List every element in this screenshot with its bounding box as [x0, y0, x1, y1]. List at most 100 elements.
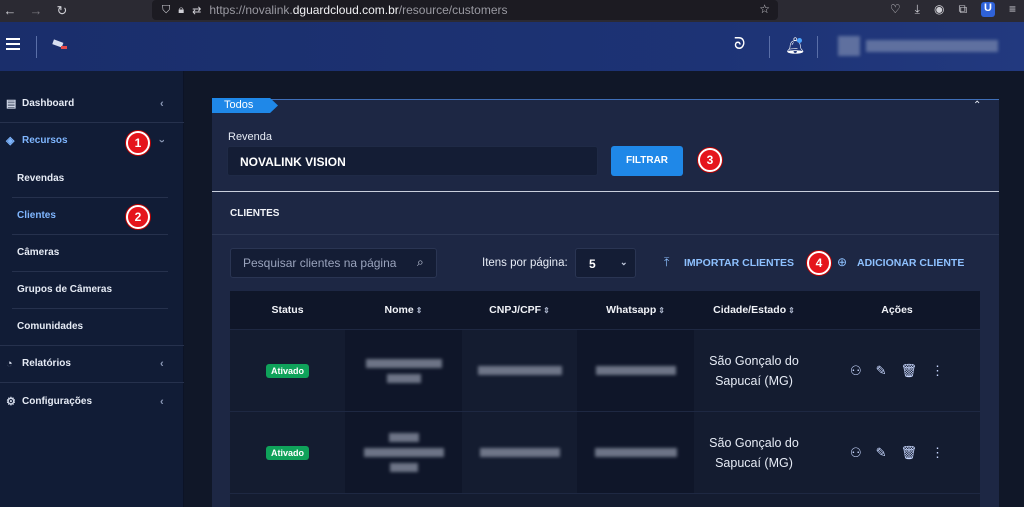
- users-icon[interactable]: ⚇: [850, 363, 862, 379]
- url-text: https://novalink.dguardcloud.com.br/reso…: [209, 3, 508, 17]
- sidebar-item-recursos[interactable]: ◈ Recursos ‹: [0, 122, 184, 159]
- permissions-icon: ⇄: [192, 4, 202, 17]
- sort-icon[interactable]: ⇕: [543, 306, 550, 315]
- column-header-cnpj[interactable]: CNPJ/CPF ⇕: [462, 291, 577, 329]
- chevron-left-icon: ‹: [160, 97, 164, 110]
- address-bar[interactable]: ⛉ 🔒︎ ⇄ https://novalink.dguardcloud.com.…: [152, 0, 778, 20]
- filter-panel: [212, 99, 999, 191]
- sidebar-item-label: Grupos de Câmeras: [17, 284, 113, 295]
- cnpj-cell-redacted: [462, 330, 577, 411]
- column-header-whatsapp[interactable]: Whatsapp ⇕: [577, 291, 694, 329]
- status-badge: Ativado: [265, 445, 309, 460]
- pocket-icon[interactable]: ♡: [890, 2, 901, 17]
- sidebar-item-label: Configurações: [22, 396, 93, 407]
- chevron-up-icon[interactable]: ⌃: [973, 100, 981, 111]
- status-badge: Ativado: [265, 363, 309, 378]
- extension-u-icon[interactable]: U: [981, 2, 995, 17]
- sidebar-item-comunidades[interactable]: Comunidades: [0, 308, 184, 345]
- more-vertical-icon[interactable]: ⋮: [931, 363, 944, 379]
- edit-icon[interactable]: ✎: [876, 363, 887, 379]
- chevron-down-icon: ‹: [155, 138, 168, 143]
- whatsapp-cell-redacted: [577, 330, 694, 411]
- forward-icon[interactable]: →: [26, 3, 46, 18]
- clients-title: CLIENTES: [230, 208, 280, 219]
- bell-icon[interactable]: 🔔︎: [785, 36, 805, 56]
- sidebar-item-relatorios[interactable]: ◔ Relatórios ‹: [0, 345, 184, 382]
- add-client-button[interactable]: ADICIONAR CLIENTE: [857, 257, 964, 269]
- annotation-marker: 3: [698, 148, 722, 172]
- reload-icon[interactable]: ↻: [52, 3, 72, 19]
- revenda-field[interactable]: NOVALINK VISION: [227, 146, 598, 176]
- sidebar-item-label: Câmeras: [17, 247, 60, 258]
- logo-badge-icon[interactable]: ᘐ: [734, 36, 745, 54]
- sort-icon[interactable]: ⇕: [788, 306, 795, 315]
- column-header-cidade[interactable]: Cidade/Estado ⇕: [694, 291, 814, 329]
- sidebar-item-label: Clientes: [17, 210, 56, 221]
- edit-icon[interactable]: ✎: [876, 445, 887, 461]
- app-header: ᘐ 🔔︎: [0, 22, 1024, 71]
- annotation-marker: 4: [807, 251, 831, 275]
- sidebar-item-clientes[interactable]: Clientes: [0, 197, 184, 234]
- sidebar-item-label: Dashboard: [22, 98, 75, 109]
- sidebar-item-cameras[interactable]: Câmeras: [0, 234, 184, 271]
- sort-icon[interactable]: ⇕: [658, 306, 665, 315]
- revenda-label: Revenda: [228, 131, 273, 143]
- name-cell-redacted: [345, 412, 462, 493]
- camera-logo-icon: [52, 39, 67, 49]
- upload-icon[interactable]: ⤒: [664, 255, 669, 270]
- chevron-left-icon: ‹: [160, 395, 164, 408]
- chevron-left-icon: ‹: [160, 357, 164, 370]
- back-icon[interactable]: ←: [0, 3, 20, 18]
- sidebar-item-label: Revendas: [17, 173, 65, 184]
- city-state: São Gonçalo do Sapucaí (MG): [709, 435, 799, 470]
- menu-icon[interactable]: ≡: [1009, 2, 1016, 17]
- sidebar-item-configuracoes[interactable]: ⚙ Configurações ‹: [0, 383, 184, 420]
- calendar-icon: ▤: [6, 98, 17, 110]
- more-vertical-icon[interactable]: ⋮: [931, 445, 944, 461]
- items-per-page-value: 5: [589, 257, 596, 271]
- sidebar-item-label: Comunidades: [17, 321, 84, 332]
- hamburger-menu-icon[interactable]: [6, 38, 20, 50]
- divider: [36, 36, 37, 58]
- items-per-page-select[interactable]: 5 ⌄: [575, 248, 636, 278]
- search-icon[interactable]: ⌕: [417, 255, 424, 270]
- search-field[interactable]: ⌕: [230, 248, 437, 278]
- download-icon[interactable]: ⤓: [915, 2, 920, 17]
- filter-tag-todos[interactable]: Todos: [212, 98, 278, 113]
- column-header-nome[interactable]: Nome ⇕: [345, 291, 462, 329]
- layers-icon: ◈: [6, 135, 15, 147]
- cnpj-cell-redacted: [462, 412, 577, 493]
- name-cell-redacted: [345, 330, 462, 411]
- divider: [212, 234, 999, 235]
- import-clients-button[interactable]: IMPORTAR CLIENTES: [684, 257, 794, 269]
- sidebar-item-revendas[interactable]: Revendas: [0, 160, 184, 197]
- account-icon[interactable]: ◉: [934, 2, 944, 17]
- trash-icon[interactable]: 🗑︎: [901, 445, 918, 461]
- column-header-status: Status: [271, 304, 304, 316]
- sidebar-item-label: Recursos: [22, 135, 68, 146]
- gear-icon: ⚙: [6, 396, 16, 408]
- filter-button[interactable]: FILTRAR: [611, 146, 683, 176]
- annotation-marker: 1: [126, 131, 150, 155]
- users-icon[interactable]: ⚇: [850, 445, 862, 461]
- search-input[interactable]: [243, 256, 413, 270]
- column-header-acoes: Ações: [881, 304, 913, 316]
- sidebar-item-grupos-cameras[interactable]: Grupos de Câmeras: [0, 271, 184, 308]
- user-name[interactable]: [866, 40, 998, 52]
- pie-chart-icon: ◔: [6, 357, 13, 370]
- trash-icon[interactable]: 🗑︎: [901, 363, 918, 379]
- divider: [769, 36, 770, 58]
- add-circle-icon[interactable]: ⊕: [837, 255, 847, 269]
- browser-extensions: ♡ ⤓ ◉ ⧉ U ≡: [890, 2, 1016, 17]
- notification-dot: [797, 38, 802, 43]
- extensions-icon[interactable]: ⧉: [958, 2, 967, 17]
- sort-icon[interactable]: ⇕: [416, 306, 423, 315]
- lock-icon: 🔒︎: [178, 3, 185, 16]
- whatsapp-cell-redacted: [577, 412, 694, 493]
- sidebar-item-dashboard[interactable]: ▤ Dashboard ‹: [0, 85, 184, 122]
- city-state: São Gonçalo do Sapucaí (MG): [709, 353, 799, 388]
- bookmark-star-icon[interactable]: ☆: [759, 2, 770, 16]
- annotation-marker: 2: [126, 205, 150, 229]
- divider: [817, 36, 818, 58]
- avatar[interactable]: [838, 36, 860, 56]
